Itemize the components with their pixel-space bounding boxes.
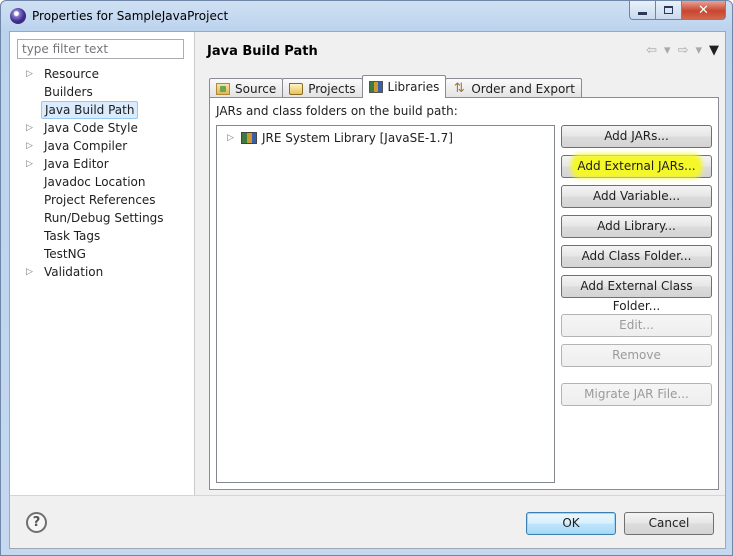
build-path-tree[interactable]: ▷ JRE System Library [JavaSE-1.7]: [216, 125, 555, 483]
tab-label: Projects: [308, 81, 356, 96]
button-label: Remove: [612, 348, 661, 362]
button-label: Edit...: [619, 318, 654, 332]
folder-icon: [289, 82, 304, 95]
tree-item-java-code-style[interactable]: ▷ Java Code Style: [10, 119, 195, 137]
tree-item-label: Run/Debug Settings: [44, 211, 164, 225]
library-icon: [368, 81, 383, 93]
button-label: Add Library...: [597, 219, 676, 233]
add-external-class-folder-button[interactable]: Add External Class Folder...: [561, 275, 712, 313]
tab-projects[interactable]: Projects: [282, 78, 363, 98]
order-export-icon: ⇅: [453, 80, 465, 96]
back-arrow-icon[interactable]: ⇦: [646, 43, 657, 58]
expand-icon[interactable]: ▷: [26, 155, 36, 173]
tab-order-and-export[interactable]: ⇅ Order and Export: [445, 78, 582, 98]
property-page: Java Build Path ⇦ ▾ ⇨ ▾ ▼ Source Project…: [196, 32, 725, 495]
properties-dialog: Properties for SampleJavaProject ✕ ▷ Reso…: [0, 0, 733, 556]
expand-icon[interactable]: ▷: [26, 119, 36, 137]
page-title: Java Build Path: [207, 44, 318, 59]
tree-item-task-tags[interactable]: Task Tags: [10, 227, 195, 245]
minimize-button[interactable]: [629, 1, 656, 20]
tree-item-java-build-path[interactable]: Java Build Path: [10, 101, 195, 119]
tree-item-testng[interactable]: TestNG: [10, 245, 195, 263]
tree-item-javadoc-location[interactable]: Javadoc Location: [10, 173, 195, 191]
category-tree: ▷ Resource Builders Java Build Path ▷ Java…: [10, 65, 195, 281]
tree-item-jre-system-library[interactable]: ▷ JRE System Library [JavaSE-1.7]: [227, 129, 453, 147]
tree-item-resource[interactable]: ▷ Resource: [10, 65, 195, 83]
category-pane: ▷ Resource Builders Java Build Path ▷ Java…: [10, 32, 195, 495]
cancel-button[interactable]: Cancel: [624, 512, 714, 535]
tab-label: Order and Export: [471, 81, 575, 96]
tree-item-run-debug-settings[interactable]: Run/Debug Settings: [10, 209, 195, 227]
button-label: Add External Class Folder...: [580, 279, 693, 313]
tree-item-label: Java Build Path: [41, 101, 139, 119]
button-label: Add External JARs...: [574, 157, 699, 175]
tree-item-java-compiler[interactable]: ▷ Java Compiler: [10, 137, 195, 155]
forward-menu-icon[interactable]: ▾: [695, 43, 702, 58]
tab-label: Source: [235, 81, 277, 96]
close-icon: ✕: [698, 2, 709, 18]
tree-item-label: Validation: [44, 265, 104, 279]
libraries-panel: JARs and class folders on the build path…: [209, 97, 719, 490]
button-bar-separator: [10, 495, 725, 496]
button-label: Migrate JAR File...: [584, 387, 689, 401]
window-title: Properties for SampleJavaProject: [32, 9, 229, 23]
remove-button[interactable]: Remove: [561, 344, 712, 367]
caption-buttons: ✕: [629, 1, 726, 21]
expand-icon[interactable]: ▷: [26, 263, 36, 281]
expand-icon[interactable]: ▷: [227, 129, 241, 147]
help-icon[interactable]: ?: [26, 512, 47, 533]
tree-item-validation[interactable]: ▷ Validation: [10, 263, 195, 281]
maximize-button[interactable]: [656, 1, 682, 20]
dialog-client-area: ▷Resource Builders Java Build Path ▷Java…: [9, 31, 726, 549]
close-button[interactable]: ✕: [682, 1, 726, 20]
tree-item-label: Java Compiler: [44, 139, 128, 153]
tree-item-project-references[interactable]: Project References: [10, 191, 195, 209]
button-label: Add Variable...: [592, 189, 681, 203]
button-label: Add JARs...: [604, 129, 669, 143]
library-label: JRE System Library [JavaSE-1.7]: [262, 131, 453, 145]
minimize-icon: [638, 11, 647, 15]
library-icon: [241, 132, 257, 144]
tree-item-label: Builders: [44, 85, 93, 99]
button-label: Cancel: [648, 516, 690, 530]
page-navigation: ⇦ ▾ ⇨ ▾ ▼: [646, 43, 719, 58]
filter-input[interactable]: [17, 39, 184, 59]
title-bar[interactable]: Properties for SampleJavaProject ✕: [1, 1, 732, 31]
tab-label: Libraries: [387, 80, 440, 94]
tab-source[interactable]: Source: [209, 78, 284, 98]
tab-strip: Source Projects Libraries ⇅ Order and Exp…: [209, 75, 582, 98]
expand-icon[interactable]: ▷: [26, 65, 36, 83]
migrate-jar-button[interactable]: Migrate JAR File...: [561, 383, 712, 406]
button-label: Add Class Folder...: [581, 249, 692, 263]
tree-item-builders[interactable]: Builders: [10, 83, 195, 101]
tree-item-java-editor[interactable]: ▷ Java Editor: [10, 155, 195, 173]
add-class-folder-button[interactable]: Add Class Folder...: [561, 245, 712, 268]
eclipse-icon: [10, 8, 26, 24]
view-menu-icon[interactable]: ▼: [709, 43, 719, 58]
add-variable-button[interactable]: Add Variable...: [561, 185, 712, 208]
tab-libraries[interactable]: Libraries: [361, 75, 447, 98]
tree-item-label: TestNG: [44, 247, 86, 261]
tree-item-label: Java Code Style: [44, 121, 138, 135]
add-jars-button[interactable]: Add JARs...: [561, 125, 712, 148]
maximize-icon: [664, 6, 673, 14]
edit-button[interactable]: Edit...: [561, 314, 712, 337]
tree-item-label: Project References: [44, 193, 156, 207]
forward-arrow-icon[interactable]: ⇨: [678, 43, 689, 58]
add-external-jars-button[interactable]: Add External JARs...: [561, 155, 712, 178]
expand-icon[interactable]: ▷: [26, 137, 36, 155]
tree-item-label: Resource: [44, 67, 100, 81]
add-library-button[interactable]: Add Library...: [561, 215, 712, 238]
ok-button[interactable]: OK: [526, 512, 616, 535]
build-path-label: JARs and class folders on the build path…: [216, 104, 458, 118]
tree-item-label: Java Editor: [44, 157, 109, 171]
back-menu-icon[interactable]: ▾: [664, 43, 671, 58]
tree-item-label: Javadoc Location: [44, 175, 146, 189]
tree-item-label: Task Tags: [44, 229, 101, 243]
source-folder-icon: [216, 82, 230, 95]
button-label: OK: [562, 516, 580, 530]
